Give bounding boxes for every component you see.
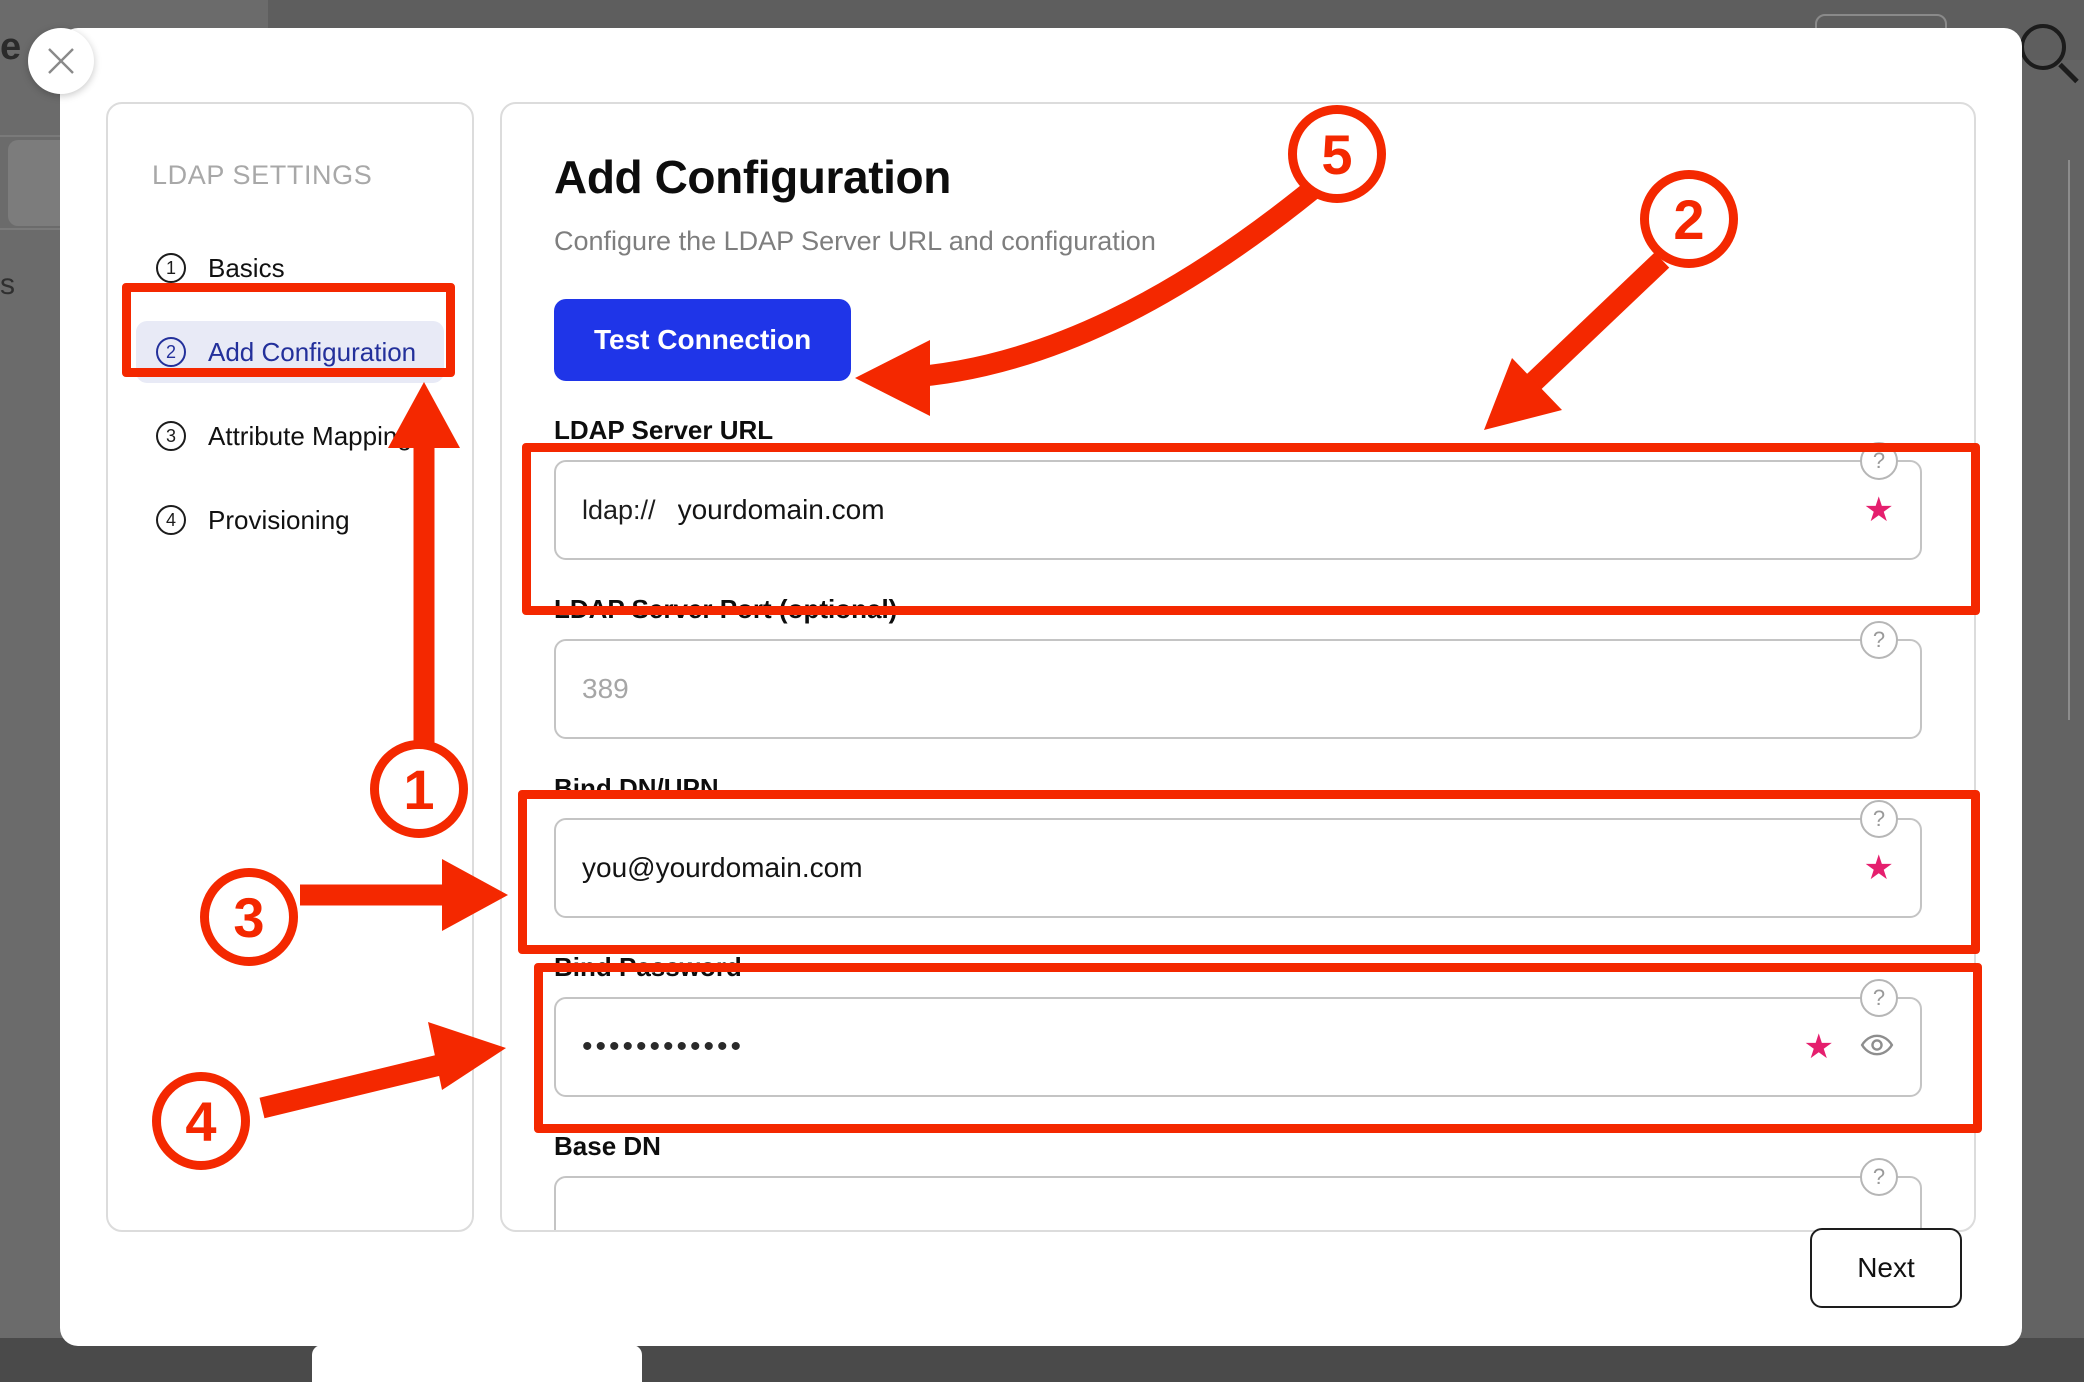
field-bind-password: Bind Password ? •••••••••••• ★ — [554, 952, 1922, 1097]
step-number-icon: 1 — [156, 253, 186, 283]
step-number-icon: 4 — [156, 505, 186, 535]
page-title: Add Configuration — [554, 150, 1922, 204]
required-star-icon: ★ — [1804, 1030, 1834, 1064]
sidebar-item-label: Add Configuration — [208, 337, 416, 368]
backdrop-right-panel-edge — [2068, 160, 2084, 720]
help-circle-icon[interactable]: ? — [1860, 442, 1898, 480]
backdrop-side-text: s — [0, 268, 15, 302]
base-dn-input[interactable] — [582, 1210, 1894, 1232]
input-wrapper[interactable]: ? ★ — [554, 818, 1922, 918]
step-number-icon: 2 — [156, 337, 186, 367]
next-button[interactable]: Next — [1810, 1228, 1962, 1308]
bind-dn-upn-input[interactable] — [582, 852, 1850, 884]
backdrop-bottom-field — [312, 1345, 642, 1393]
backdrop-text-left: e — [0, 26, 21, 69]
field-ldap-server-url: LDAP Server URL ? ldap:// ★ — [554, 415, 1922, 560]
sidebar-item-attribute-mapping[interactable]: 3 Attribute Mapping — [136, 405, 444, 467]
sidebar-nav: LDAP SETTINGS 1 Basics 2 Add Configurati… — [106, 102, 474, 1232]
input-wrapper[interactable]: ? ldap:// ★ — [554, 460, 1922, 560]
field-label: Bind DN/UPN — [554, 773, 1922, 804]
help-circle-icon[interactable]: ? — [1860, 800, 1898, 838]
help-circle-icon[interactable]: ? — [1860, 1158, 1898, 1196]
configuration-panel: Add Configuration Configure the LDAP Ser… — [500, 102, 1976, 1232]
bind-password-input[interactable]: •••••••••••• — [582, 1030, 1790, 1064]
modal-body: LDAP SETTINGS 1 Basics 2 Add Configurati… — [106, 102, 1976, 1232]
eye-icon[interactable] — [1860, 1028, 1894, 1067]
field-label: LDAP Server Port (optional) — [554, 594, 1922, 625]
required-star-icon: ★ — [1864, 493, 1894, 527]
ldap-server-port-input[interactable] — [582, 673, 1894, 705]
field-label: Base DN — [554, 1131, 1922, 1162]
input-wrapper[interactable]: ? •••••••••••• ★ — [554, 997, 1922, 1097]
help-circle-icon[interactable]: ? — [1860, 979, 1898, 1017]
required-star-icon: ★ — [1864, 851, 1894, 885]
sidebar-item-label: Basics — [208, 253, 285, 284]
step-number-icon: 3 — [156, 421, 186, 451]
input-wrapper[interactable]: ? — [554, 639, 1922, 739]
sidebar-item-basics[interactable]: 1 Basics — [136, 237, 444, 299]
sidebar-item-label: Attribute Mapping — [208, 421, 412, 452]
field-ldap-server-port: LDAP Server Port (optional) ? — [554, 594, 1922, 739]
test-connection-button[interactable]: Test Connection — [554, 299, 851, 381]
sidebar-item-label: Provisioning — [208, 505, 350, 536]
field-label: LDAP Server URL — [554, 415, 1922, 446]
field-base-dn: Base DN ? — [554, 1131, 1922, 1232]
sidebar-item-add-configuration[interactable]: 2 Add Configuration — [136, 321, 444, 383]
input-wrapper[interactable]: ? — [554, 1176, 1922, 1232]
url-scheme-prefix: ldap:// — [582, 495, 656, 526]
close-icon — [45, 45, 77, 77]
ldap-settings-modal: LDAP SETTINGS 1 Basics 2 Add Configurati… — [60, 28, 2022, 1346]
search-icon-handle — [2058, 63, 2079, 84]
search-icon — [2020, 24, 2066, 70]
field-bind-dn-upn: Bind DN/UPN ? ★ — [554, 773, 1922, 918]
close-button[interactable] — [28, 28, 94, 94]
page-subtitle: Configure the LDAP Server URL and config… — [554, 226, 1922, 257]
help-circle-icon[interactable]: ? — [1860, 621, 1898, 659]
sidebar-item-provisioning[interactable]: 4 Provisioning — [136, 489, 444, 551]
field-label: Bind Password — [554, 952, 1922, 983]
ldap-server-url-input[interactable] — [678, 494, 1850, 526]
sidebar-title: LDAP SETTINGS — [136, 160, 444, 191]
